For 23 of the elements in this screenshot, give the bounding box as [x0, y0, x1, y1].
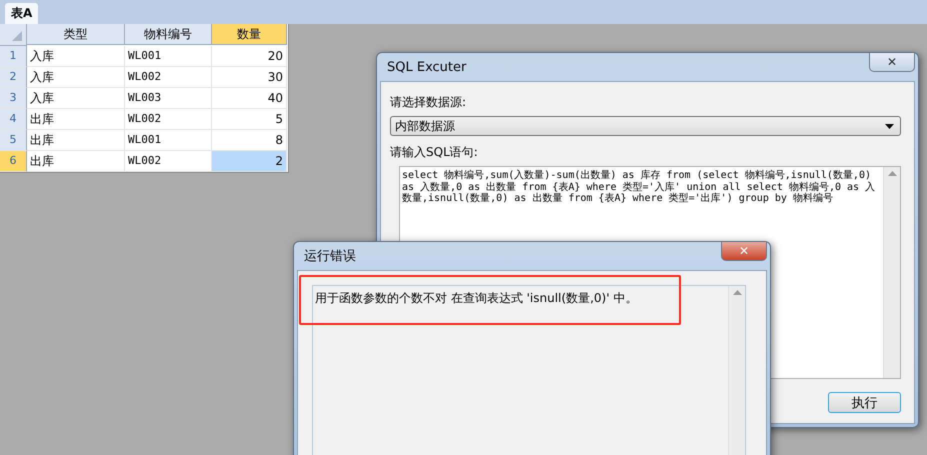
table-cell: 出库	[27, 130, 125, 151]
table-cell: WL002	[125, 67, 212, 88]
table-cell: 出库	[27, 109, 125, 130]
field-label: 请选择数据源:	[390, 94, 468, 111]
table-cell: 入库	[27, 46, 125, 67]
table-cell: WL002	[125, 109, 212, 130]
table-cell: 入库	[27, 67, 125, 88]
window-title: 运行错误	[304, 248, 356, 265]
table-cell: 5	[212, 109, 287, 130]
error-message: 用于函数参数的个数不对 在查询表达式 'isnull(数量,0)' 中。	[314, 290, 638, 307]
table-cell: 2	[212, 151, 287, 172]
table-cell: 30	[212, 67, 287, 88]
table-cell: WL001	[125, 46, 212, 67]
table-cell: WL002	[125, 151, 212, 172]
table-cell: WL001	[125, 130, 212, 151]
field-label: 请输入SQL语句:	[390, 144, 479, 161]
table-cell: 40	[212, 88, 287, 109]
table-cell: 出库	[27, 151, 125, 172]
table-cell: WL003	[125, 88, 212, 109]
window-title: SQL Excuter	[387, 60, 466, 74]
table-cell: 入库	[27, 88, 125, 109]
table-cell: 20	[212, 46, 287, 67]
table-cell: 8	[212, 130, 287, 151]
